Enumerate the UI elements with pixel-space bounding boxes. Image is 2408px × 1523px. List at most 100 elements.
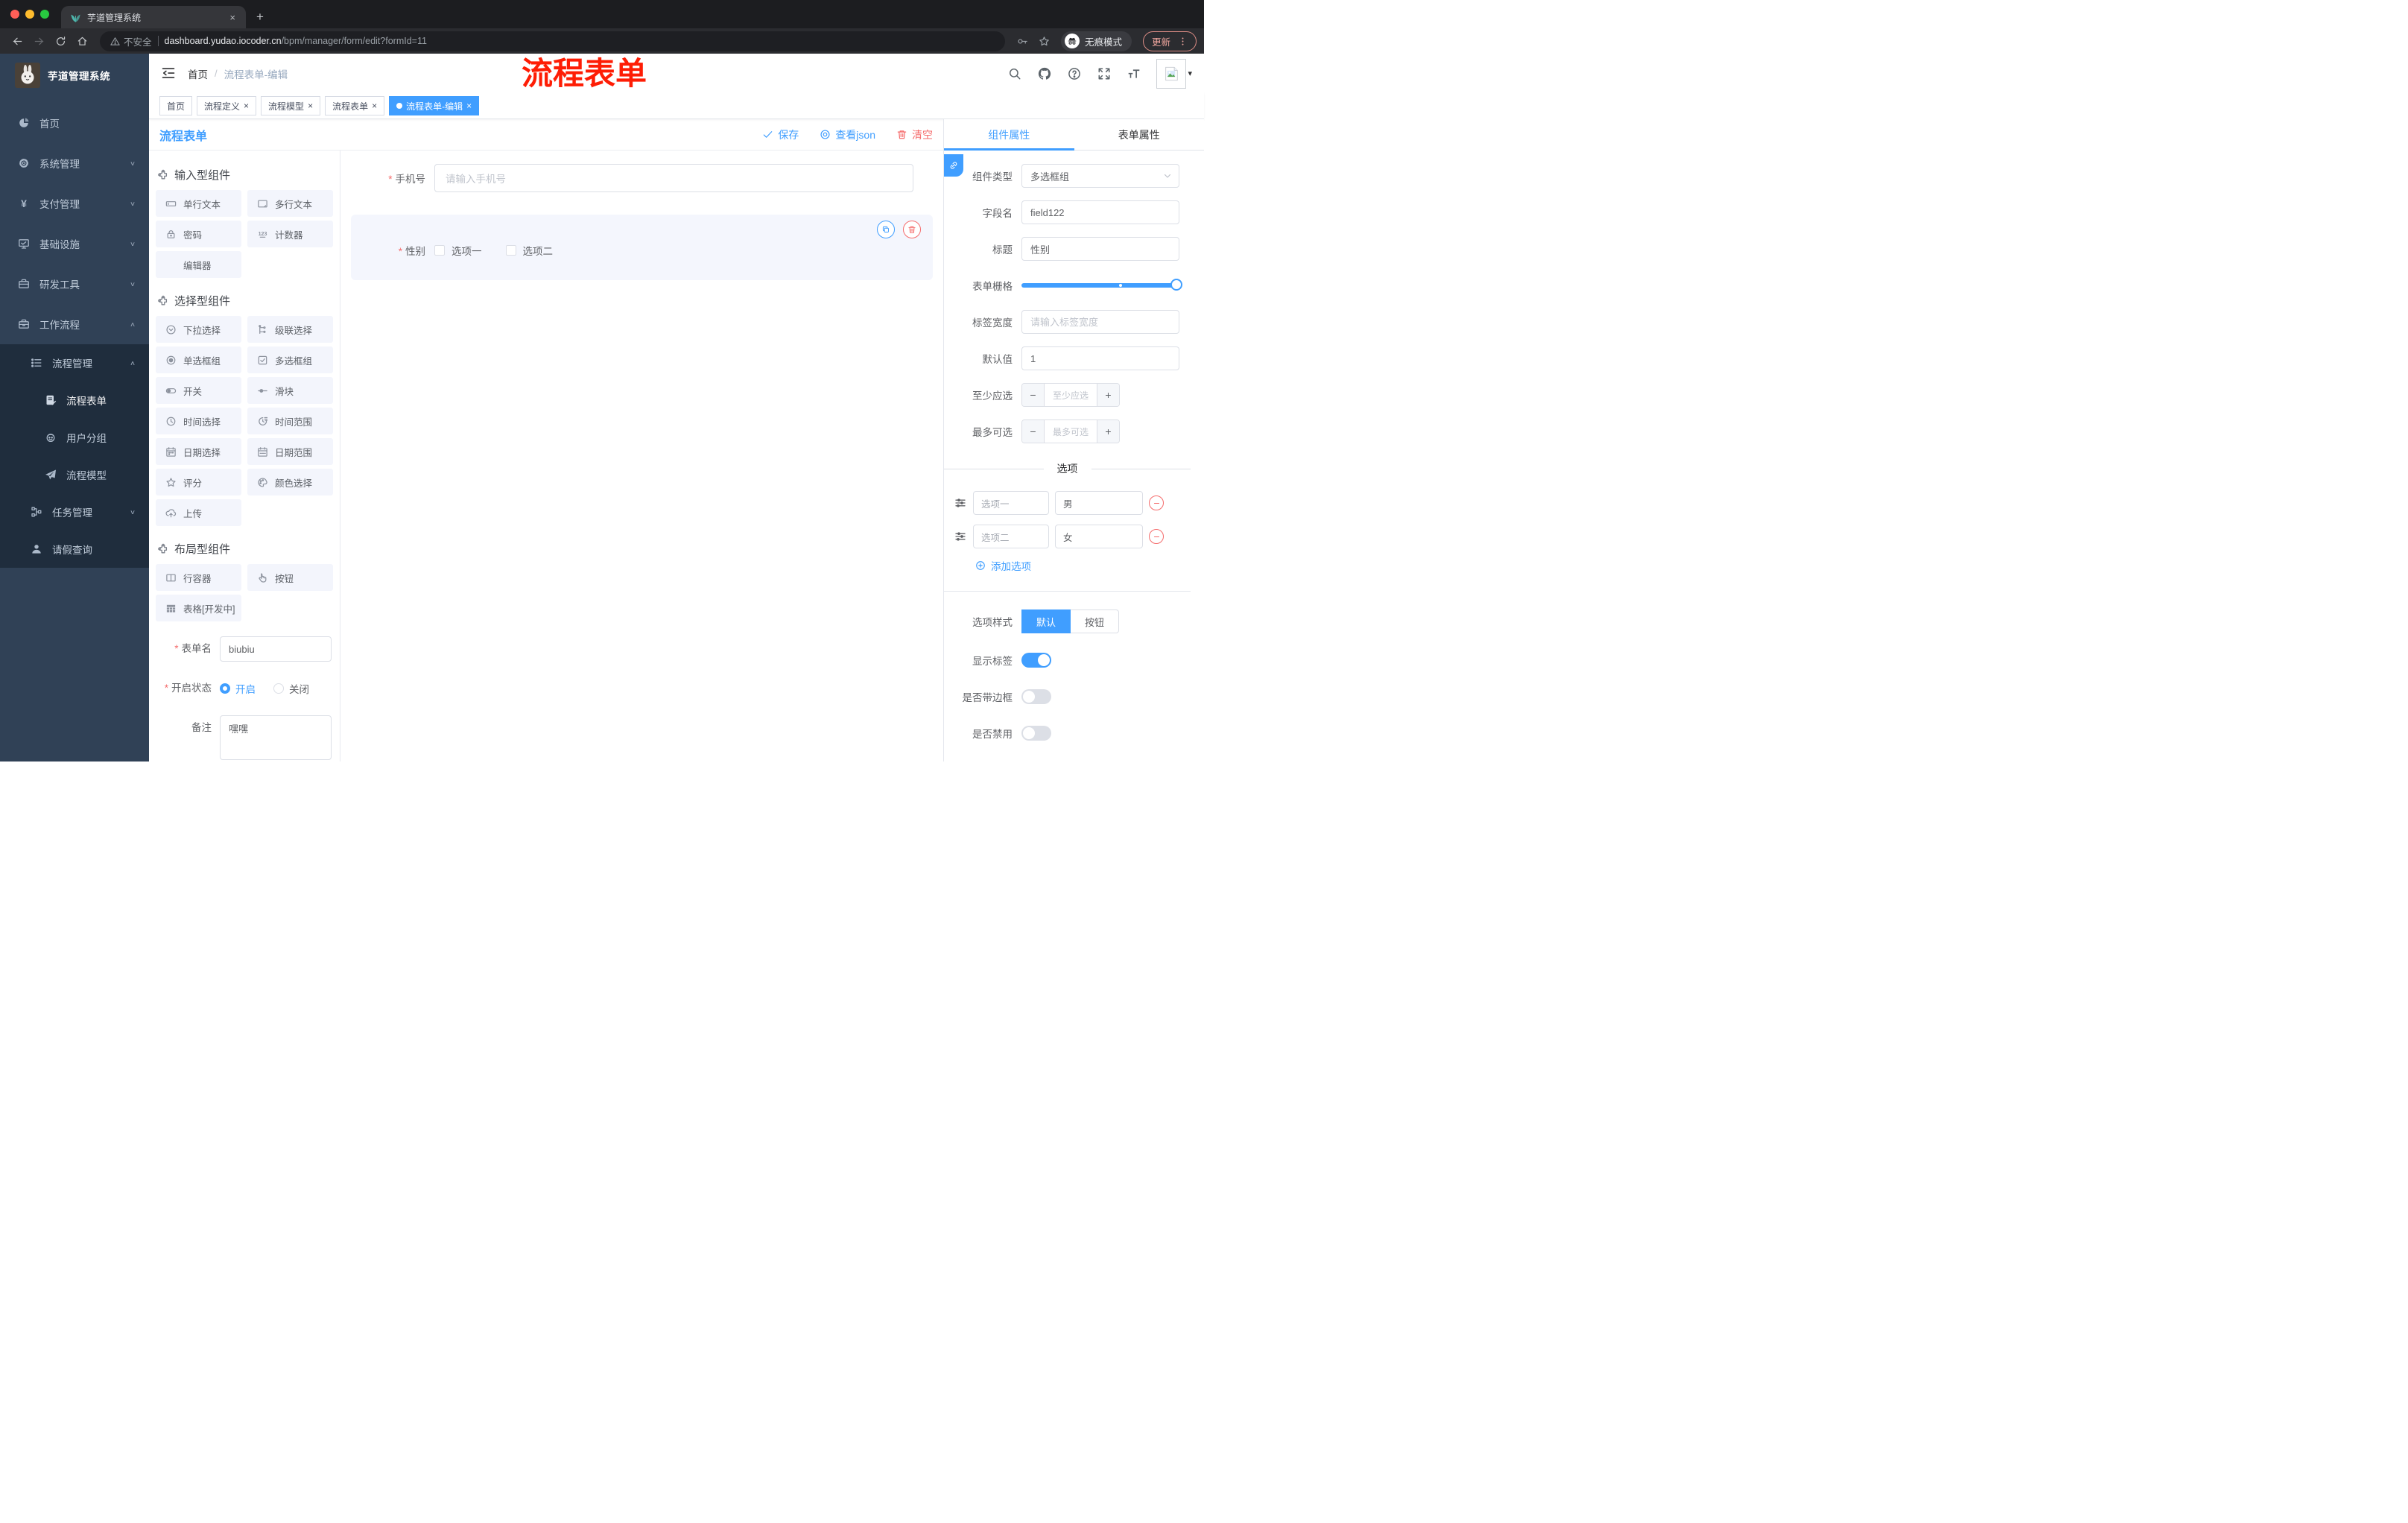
component-button[interactable]: 开关 <box>156 377 241 404</box>
route-tab[interactable]: 流程定义 × <box>197 96 257 115</box>
security-status[interactable]: 不安全 <box>110 34 152 48</box>
sidebar-item[interactable]: 流程管理 ∧ <box>0 344 149 381</box>
sidebar-item[interactable]: 流程模型 <box>0 456 149 493</box>
label-width-input[interactable] <box>1021 310 1179 334</box>
component-button[interactable]: 下拉选择 <box>156 316 241 343</box>
sidebar-item[interactable]: 基础设施 ∨ <box>0 224 149 264</box>
sidebar-item[interactable]: 任务管理 ∨ <box>0 493 149 531</box>
form-grid-slider[interactable] <box>1021 273 1182 297</box>
github-icon[interactable] <box>1037 66 1051 80</box>
breadcrumb-home[interactable]: 首页 <box>188 66 208 81</box>
route-tab[interactable]: 流程表单 × <box>325 96 385 115</box>
gender-checkbox-option[interactable]: 选项一 <box>434 243 482 258</box>
browser-tab[interactable]: 芋道管理系统 × <box>61 6 246 28</box>
password-key-icon[interactable] <box>1013 31 1033 51</box>
sidebar-fold-icon[interactable] <box>161 66 177 82</box>
add-option-button[interactable]: 添加选项 <box>975 558 1031 573</box>
route-tab[interactable]: 流程表单-编辑 × <box>389 96 480 115</box>
address-bar[interactable]: 不安全 dashboard.yudao.iocoder.cn/bpm/manag… <box>100 31 1005 51</box>
help-icon[interactable] <box>1067 66 1081 80</box>
new-tab-button[interactable]: + <box>256 10 264 25</box>
view-json-button[interactable]: 查看json <box>820 127 875 142</box>
fullscreen-icon[interactable] <box>1097 66 1111 80</box>
close-icon[interactable]: × <box>308 101 313 111</box>
gender-checkbox-option[interactable]: 选项二 <box>505 243 553 258</box>
clear-button[interactable]: 清空 <box>896 127 933 142</box>
avatar-caret-icon[interactable]: ▾ <box>1188 69 1192 78</box>
route-tab[interactable]: 流程模型 × <box>261 96 321 115</box>
close-window-button[interactable] <box>10 10 19 19</box>
component-button[interactable]: 多行文本 <box>247 190 333 217</box>
minimize-window-button[interactable] <box>25 10 34 19</box>
browser-menu-icon[interactable] <box>1178 37 1188 46</box>
canvas-field-phone[interactable]: 手机号 请输入手机号 <box>351 164 933 192</box>
drag-handle-icon[interactable] <box>954 497 967 510</box>
sidebar-item[interactable]: 工作流程 ∧ <box>0 304 149 344</box>
toggle-switch[interactable] <box>1021 689 1051 704</box>
increase-button[interactable]: + <box>1097 384 1119 406</box>
field-name-input[interactable] <box>1021 200 1179 224</box>
sidebar-item[interactable]: 研发工具 ∨ <box>0 264 149 304</box>
component-button[interactable]: 行容器 <box>156 564 241 591</box>
sidebar-item[interactable]: 首页 <box>0 103 149 143</box>
phone-input[interactable]: 请输入手机号 <box>434 164 913 192</box>
component-button[interactable]: 表格[开发中] <box>156 595 241 621</box>
delete-field-button[interactable] <box>903 221 921 238</box>
component-button[interactable]: 颜色选择 <box>247 469 333 495</box>
toggle-switch[interactable] <box>1021 726 1051 741</box>
link-tag-button[interactable] <box>944 154 963 177</box>
close-icon[interactable]: × <box>244 101 249 111</box>
component-button[interactable]: 日期范围 <box>247 438 333 465</box>
status-radio[interactable]: 开启 <box>220 681 256 696</box>
option-style-choice[interactable]: 默认 <box>1021 609 1071 633</box>
forward-button[interactable] <box>29 31 48 51</box>
component-button[interactable]: 上传 <box>156 499 241 526</box>
drag-handle-icon[interactable] <box>954 531 967 543</box>
sidebar-item[interactable]: 系统管理 ∨ <box>0 143 149 183</box>
remove-option-button[interactable] <box>1149 529 1164 544</box>
option-value-input[interactable] <box>1055 525 1143 548</box>
component-button[interactable]: 单选框组 <box>156 346 241 373</box>
component-button[interactable]: 多选框组 <box>247 346 333 373</box>
avatar[interactable] <box>1156 58 1187 89</box>
component-button[interactable]: 密码 <box>156 221 241 247</box>
browser-update-button[interactable]: 更新 <box>1142 31 1197 51</box>
sidebar-item[interactable]: ¥ 支付管理 ∨ <box>0 183 149 224</box>
title-input[interactable] <box>1021 237 1179 261</box>
remark-textarea[interactable]: 嘿嘿 <box>220 715 332 760</box>
sidebar-item[interactable]: 流程表单 <box>0 381 149 419</box>
sidebar-item[interactable]: 请假查询 <box>0 531 149 568</box>
remove-option-button[interactable] <box>1149 495 1164 510</box>
route-tab[interactable]: 首页 × <box>159 96 193 115</box>
tab-close-icon[interactable]: × <box>228 12 237 23</box>
component-button[interactable]: 单行文本 <box>156 190 241 217</box>
component-type-select[interactable] <box>1021 164 1179 188</box>
component-button[interactable]: 编辑器 <box>156 251 241 278</box>
reload-button[interactable] <box>51 31 70 51</box>
option-value-input[interactable] <box>1055 491 1143 515</box>
search-icon[interactable] <box>1007 66 1021 80</box>
decrease-button[interactable]: − <box>1022 384 1045 406</box>
props-tab[interactable]: 表单属性 <box>1074 119 1205 150</box>
fontsize-icon[interactable] <box>1127 66 1141 80</box>
sidebar-item[interactable]: 用户分组 <box>0 419 149 456</box>
increase-button[interactable]: + <box>1097 420 1119 443</box>
option-label-input[interactable] <box>973 491 1049 515</box>
option-style-choice[interactable]: 按钮 <box>1071 609 1120 633</box>
component-button[interactable]: 级联选择 <box>247 316 333 343</box>
form-name-input[interactable] <box>220 636 332 662</box>
toggle-switch[interactable] <box>1021 653 1051 668</box>
home-button[interactable] <box>72 31 92 51</box>
back-button[interactable] <box>7 31 27 51</box>
component-button[interactable]: 滑块 <box>247 377 333 404</box>
bookmark-star-icon[interactable] <box>1035 31 1054 51</box>
duplicate-field-button[interactable] <box>877 221 895 238</box>
slider-handle[interactable] <box>1170 279 1182 291</box>
component-button[interactable]: 123 计数器 <box>247 221 333 247</box>
option-label-input[interactable] <box>973 525 1049 548</box>
checkbox[interactable] <box>505 245 516 256</box>
component-button[interactable]: 日期选择 <box>156 438 241 465</box>
close-icon[interactable]: × <box>372 101 377 111</box>
form-canvas[interactable]: 手机号 请输入手机号 性别 <box>340 151 943 762</box>
default-value-input[interactable] <box>1021 346 1179 370</box>
